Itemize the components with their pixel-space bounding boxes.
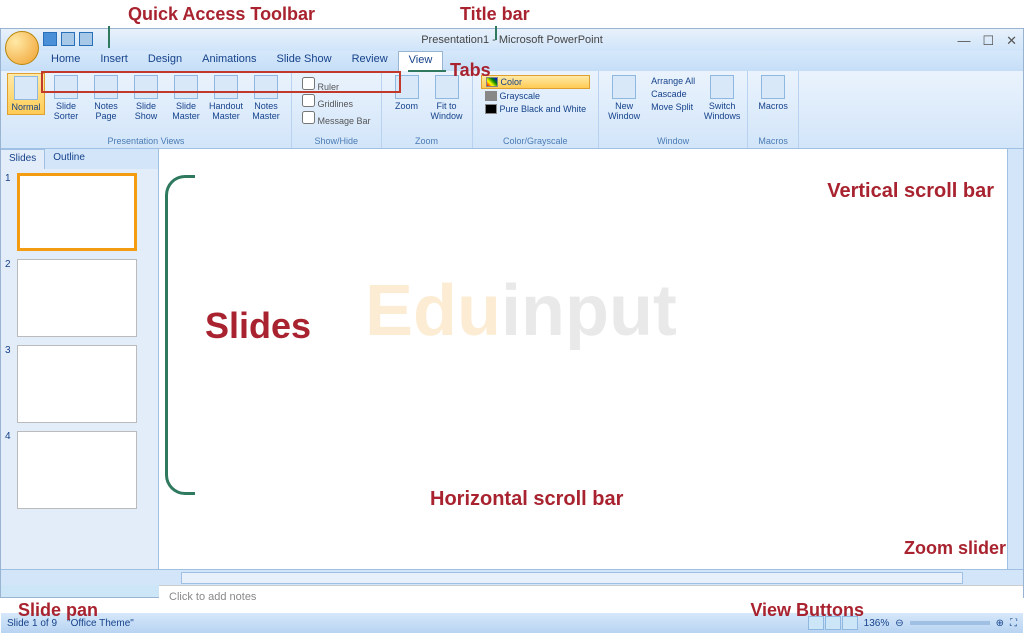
line-qat: [108, 26, 110, 48]
minimize-icon[interactable]: —: [957, 33, 970, 49]
group-label: Zoom: [388, 134, 466, 148]
annotation-qat: Quick Access Toolbar: [128, 4, 315, 25]
zoom-button[interactable]: Zoom: [388, 73, 426, 113]
slide-thumbnail[interactable]: [17, 173, 137, 251]
move-split-button[interactable]: Move Split: [647, 101, 699, 113]
bw-mode-button[interactable]: Pure Black and White: [481, 103, 591, 115]
window-controls: — ☐ ✕: [957, 33, 1017, 49]
group-presentation-views: Normal Slide Sorter Notes Page Slide Sho…: [1, 71, 292, 148]
horizontal-scrollbar[interactable]: [1, 569, 1023, 585]
slide-sorter-button[interactable]: Slide Sorter: [47, 73, 85, 123]
group-label: Color/Grayscale: [479, 134, 593, 148]
close-icon[interactable]: ✕: [1006, 33, 1017, 49]
zoom-out-icon[interactable]: ⊖: [895, 618, 903, 629]
messagebar-checkbox[interactable]: Message Bar: [302, 111, 371, 126]
slide-master-button[interactable]: Slide Master: [167, 73, 205, 123]
quick-access-toolbar: [43, 32, 93, 46]
annotation-vscroll: Vertical scroll bar: [827, 180, 994, 203]
group-label: Macros: [754, 134, 792, 148]
annotation-hscroll: Horizontal scroll bar: [430, 488, 623, 511]
slide-thumbnail[interactable]: [17, 431, 137, 509]
office-button[interactable]: [5, 31, 39, 65]
color-mode-button[interactable]: Color: [481, 75, 591, 89]
arrange-all-button[interactable]: Arrange All: [647, 75, 699, 87]
fit-icon[interactable]: ⛶: [1010, 618, 1017, 629]
new-window-button[interactable]: New Window: [605, 73, 643, 123]
annotation-zoom: Zoom slider: [904, 538, 1006, 559]
normal-button[interactable]: Normal: [7, 73, 45, 115]
undo-icon[interactable]: [61, 32, 75, 46]
notes-master-button[interactable]: Notes Master: [247, 73, 285, 123]
outline-tab[interactable]: Outline: [45, 149, 93, 169]
annotation-viewbtns: View Buttons: [750, 600, 864, 621]
macros-button[interactable]: Macros: [754, 73, 792, 113]
annotation-tabs: Tabs: [450, 60, 491, 81]
window-title: Presentation1 - Microsoft PowerPoint: [421, 34, 603, 46]
group-color-grayscale: Color Grayscale Pure Black and White Col…: [473, 71, 600, 148]
slide-panel: Slides Outline 1 2 3 4: [1, 149, 159, 569]
group-show-hide: Ruler Gridlines Message Bar Show/Hide: [292, 71, 382, 148]
title-bar: Presentation1 - Microsoft PowerPoint — ☐…: [1, 29, 1023, 51]
tab-view[interactable]: View: [398, 51, 444, 71]
slide-thumbnail[interactable]: [17, 259, 137, 337]
redo-icon[interactable]: [79, 32, 93, 46]
ruler-checkbox[interactable]: Ruler: [302, 77, 371, 92]
slide-thumbnail[interactable]: [17, 345, 137, 423]
cascade-button[interactable]: Cascade: [647, 88, 699, 100]
line-titlebar: [495, 26, 497, 40]
zoom-slider[interactable]: [910, 621, 990, 625]
notes-page-button[interactable]: Notes Page: [87, 73, 125, 123]
tab-review[interactable]: Review: [342, 51, 398, 71]
annotation-titlebar: Title bar: [460, 4, 530, 25]
group-label: Window: [605, 134, 741, 148]
group-macros: Macros Macros: [748, 71, 799, 148]
group-label: Show/Hide: [298, 134, 375, 148]
tab-insert[interactable]: Insert: [90, 51, 138, 71]
handout-master-button[interactable]: Handout Master: [207, 73, 245, 123]
gridlines-checkbox[interactable]: Gridlines: [302, 94, 371, 109]
ribbon-tabs: Home Insert Design Animations Slide Show…: [1, 51, 1023, 71]
line-tabs: [408, 70, 446, 72]
thumbnail-list: 1 2 3 4: [1, 169, 158, 569]
annotation-slides: Slides: [205, 305, 311, 347]
notes-pane[interactable]: Click to add notes: [159, 585, 1023, 613]
zoom-percent: 136%: [864, 618, 890, 629]
annotation-slidepan: Slide pan: [18, 600, 98, 621]
ribbon: Normal Slide Sorter Notes Page Slide Sho…: [1, 71, 1023, 149]
tab-animations[interactable]: Animations: [192, 51, 266, 71]
grayscale-mode-button[interactable]: Grayscale: [481, 90, 591, 102]
brace-slides: [165, 175, 195, 495]
tab-design[interactable]: Design: [138, 51, 192, 71]
save-icon[interactable]: [43, 32, 57, 46]
powerpoint-window: Presentation1 - Microsoft PowerPoint — ☐…: [0, 28, 1024, 598]
slideshow-button[interactable]: Slide Show: [127, 73, 165, 123]
tab-slideshow[interactable]: Slide Show: [267, 51, 342, 71]
tab-home[interactable]: Home: [41, 51, 90, 71]
vertical-scrollbar[interactable]: [1007, 149, 1023, 569]
zoom-in-icon[interactable]: ⊕: [996, 618, 1004, 629]
maximize-icon[interactable]: ☐: [982, 33, 994, 49]
group-zoom: Zoom Fit to Window Zoom: [382, 71, 473, 148]
status-bar: Slide 1 of 9 "Office Theme" 136% ⊖ ⊕ ⛶: [1, 613, 1023, 633]
group-window: New Window Arrange All Cascade Move Spli…: [599, 71, 748, 148]
slides-tab[interactable]: Slides: [1, 149, 45, 169]
switch-windows-button[interactable]: Switch Windows: [703, 73, 741, 123]
group-label: Presentation Views: [7, 134, 285, 148]
